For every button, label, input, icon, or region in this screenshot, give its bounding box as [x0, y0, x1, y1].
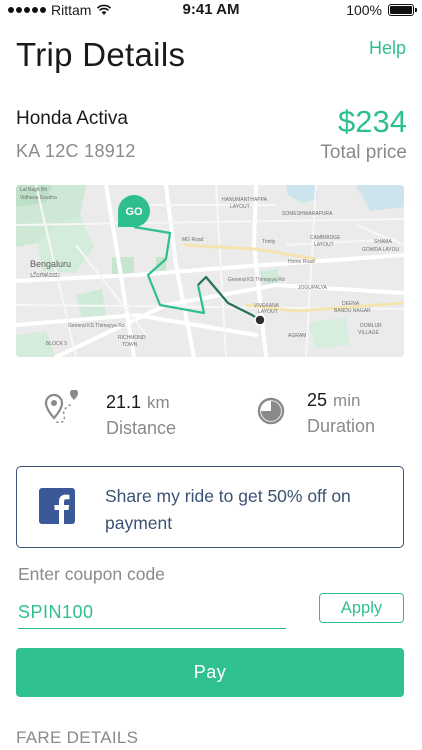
pay-button[interactable]: Pay [16, 648, 404, 697]
pie-clock-icon [257, 397, 285, 425]
svg-text:SOMESHWARAPURA: SOMESHWARAPURA [282, 211, 333, 217]
svg-text:GOWDA LAYOU: GOWDA LAYOU [362, 247, 400, 253]
svg-text:DEENA: DEENA [342, 301, 360, 307]
share-ride-text: Share my ride to get 50% off on payment [105, 486, 351, 533]
svg-text:DOMLUR: DOMLUR [360, 323, 382, 329]
svg-text:BANDU NAGAR: BANDU NAGAR [334, 308, 371, 314]
route-map[interactable]: Lal Bagh Bh Vidhana Soudha HANUMANTHAPPA… [16, 185, 404, 357]
total-price: $234 [338, 104, 407, 139]
map-pin-route-icon [44, 390, 78, 424]
svg-text:BLOCK 5: BLOCK 5 [46, 341, 67, 347]
svg-text:MG Road: MG Road [182, 237, 204, 243]
destination-marker [254, 314, 266, 326]
battery-icon [388, 4, 417, 16]
total-price-label: Total price [320, 142, 407, 163]
duration-value: 25 [307, 390, 328, 410]
svg-text:HANUMANTHAPPA: HANUMANTHAPPA [222, 197, 268, 203]
svg-text:GO: GO [125, 206, 143, 218]
facebook-icon [39, 488, 75, 524]
apply-coupon-button[interactable]: Apply [319, 593, 404, 623]
share-ride-card[interactable]: Share my ride to get 50% off on payment [16, 466, 404, 548]
svg-text:ಬೆಂಗಳೂರು: ಬೆಂಗಳೂರು [30, 270, 60, 279]
svg-text:LAYOUT: LAYOUT [258, 309, 278, 315]
svg-text:General KS Thimayya Rd: General KS Thimayya Rd [68, 323, 125, 329]
svg-text:Lal Bagh Bh: Lal Bagh Bh [20, 187, 47, 193]
distance-unit: km [147, 393, 170, 412]
svg-text:JOGUPALYA: JOGUPALYA [298, 285, 328, 291]
page-title: Trip Details [16, 36, 186, 73]
svg-text:VILLAGE: VILLAGE [358, 330, 380, 336]
help-link[interactable]: Help [369, 38, 406, 59]
svg-text:LAYOUT: LAYOUT [314, 242, 334, 248]
coupon-label: Enter coupon code [18, 564, 165, 584]
status-right: 100% [346, 2, 417, 18]
svg-text:RICHMOND: RICHMOND [118, 335, 146, 341]
map-canvas: Lal Bagh Bh Vidhana Soudha HANUMANTHAPPA… [16, 185, 404, 357]
svg-text:General KS Thimayya Rd: General KS Thimayya Rd [228, 277, 285, 283]
coupon-code-input[interactable] [18, 597, 286, 629]
vehicle-name: Honda Activa [16, 108, 128, 129]
duration-label: Duration [307, 416, 376, 436]
vehicle-plate: KA 12C 18912 [16, 141, 136, 161]
svg-text:Bengaluru: Bengaluru [30, 259, 71, 269]
distance-value-row: 21.1 km [106, 392, 170, 413]
svg-text:Trinity: Trinity [262, 239, 276, 245]
battery-percent: 100% [346, 2, 382, 18]
svg-text:TOWN: TOWN [122, 342, 138, 348]
svg-text:CAMBRIDGE: CAMBRIDGE [310, 235, 341, 241]
duration-unit: min [333, 391, 361, 410]
go-marker-icon: GO [118, 195, 150, 227]
svg-text:SHAMA: SHAMA [374, 239, 392, 245]
svg-text:Vidhana Soudha: Vidhana Soudha [20, 195, 57, 201]
distance-value: 21.1 [106, 392, 142, 412]
fare-details-heading: FARE DETAILS [16, 728, 139, 747]
duration-value-row: 25 min [307, 390, 360, 411]
distance-label: Distance [106, 418, 177, 438]
svg-text:Home Road: Home Road [288, 259, 315, 265]
status-bar: Rittam 9:41 AM 100% [0, 0, 422, 20]
svg-text:AGRAM: AGRAM [288, 333, 306, 339]
svg-text:LAYOUT: LAYOUT [230, 204, 250, 210]
